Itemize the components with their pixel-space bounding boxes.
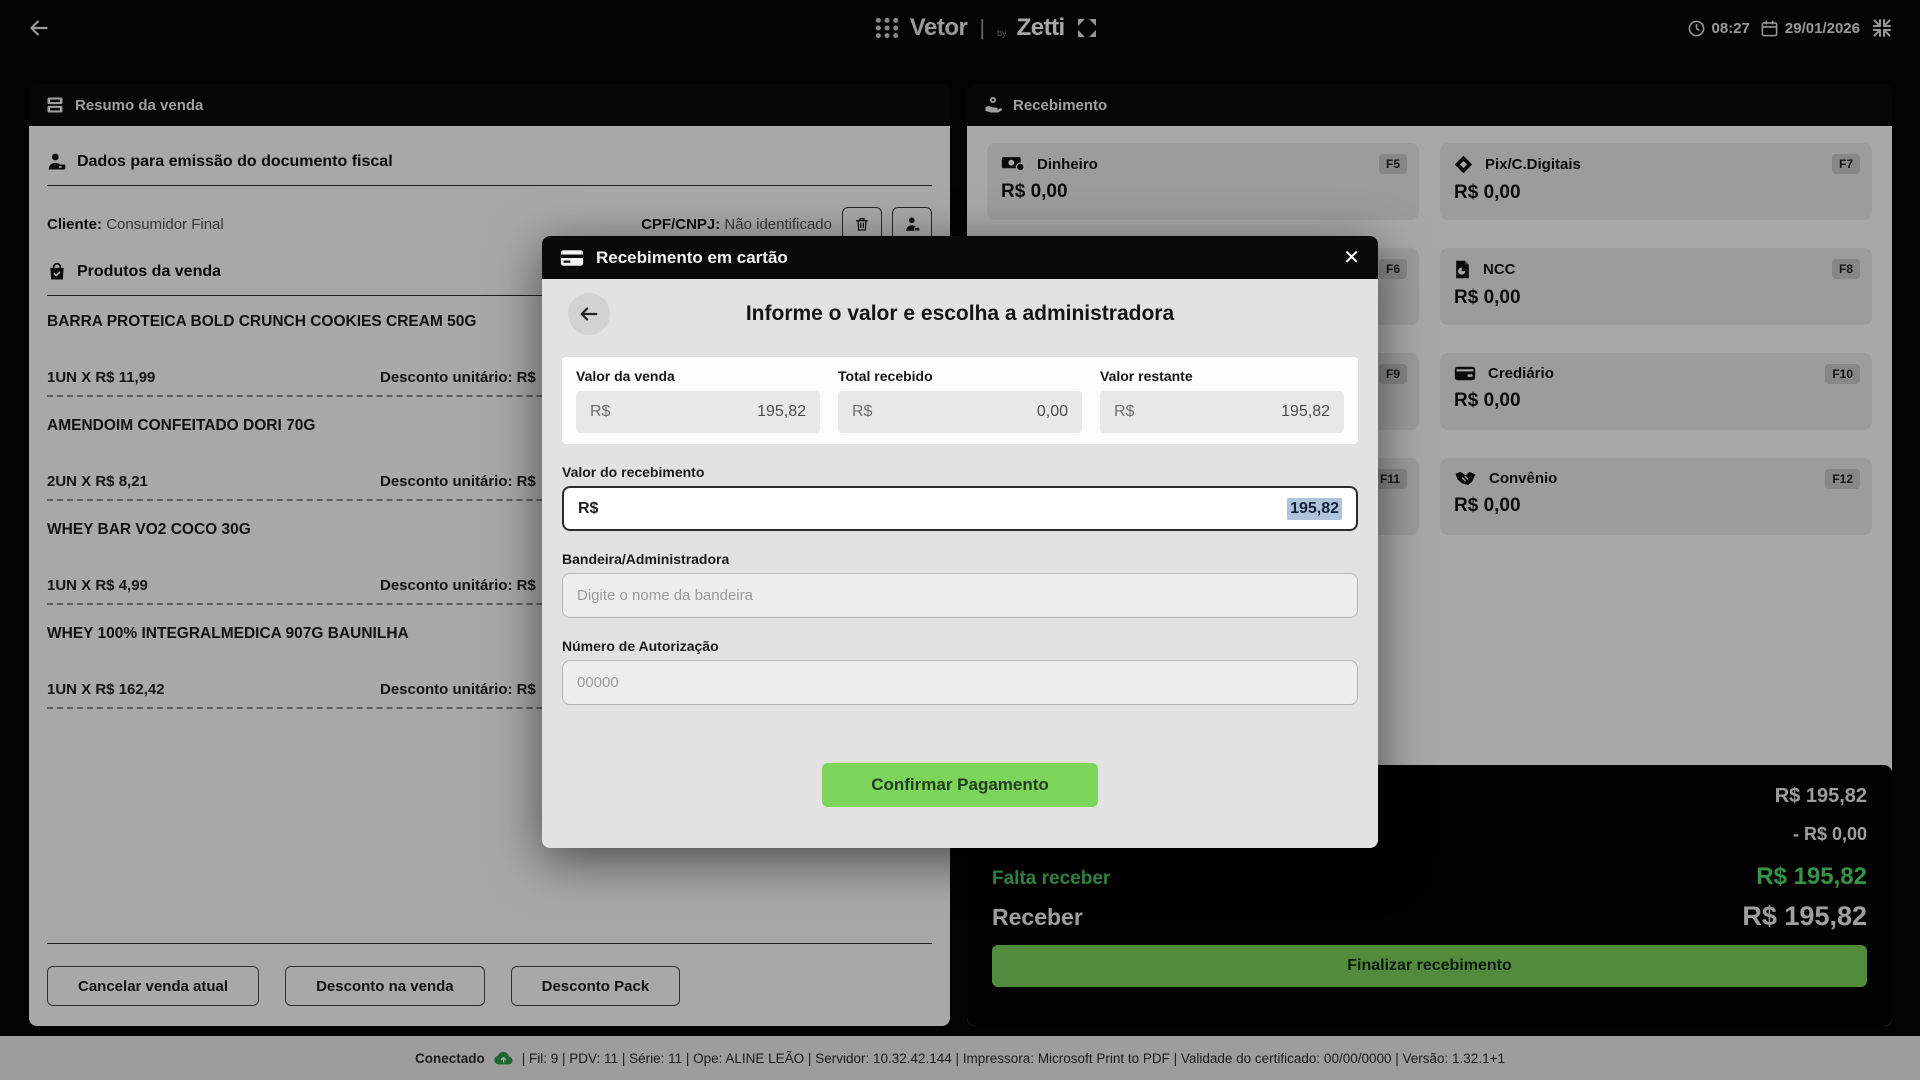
currency-prefix: R$ <box>852 403 873 420</box>
confirm-payment-button[interactable]: Confirmar Pagamento <box>822 763 1098 807</box>
modal-header-title: Recebimento em cartão <box>596 247 788 267</box>
valor-venda-value: 195,82 <box>757 403 806 420</box>
modal-title: Informe o valor e escolha a administrado… <box>745 302 1175 325</box>
arrow-left-icon <box>578 303 600 325</box>
values-summary-card: Valor da venda R$ 195,82 Total recebido … <box>562 357 1358 444</box>
modal-back-button[interactable] <box>568 293 610 335</box>
currency-prefix: R$ <box>1114 403 1135 420</box>
autorizacao-input[interactable] <box>562 660 1358 705</box>
close-icon[interactable]: ✕ <box>1343 248 1360 268</box>
pos-app: Vetor | by Zetti 08:27 29/01/2026 Resumo… <box>0 0 1920 1080</box>
valor-venda-field: R$ 195,82 <box>576 391 820 433</box>
total-recebido-field: R$ 0,00 <box>838 391 1082 433</box>
bandeira-label: Bandeira/Administradora <box>562 551 730 567</box>
card-payment-modal: Recebimento em cartão ✕ Informe o valor … <box>542 236 1378 848</box>
valor-restante-value: 195,82 <box>1281 403 1330 420</box>
total-recebido-value: 0,00 <box>1036 403 1068 420</box>
valor-restante-label: Valor restante <box>1100 368 1193 384</box>
autorizacao-label: Número de Autorização <box>562 638 719 654</box>
recebimento-selected-value: 195,82 <box>1287 497 1342 520</box>
currency-prefix: R$ <box>590 403 611 420</box>
currency-prefix: R$ <box>578 499 599 517</box>
bandeira-input[interactable] <box>562 573 1358 618</box>
credit-card-icon <box>560 249 584 267</box>
valor-restante-field: R$ 195,82 <box>1100 391 1344 433</box>
recebimento-input[interactable]: R$ 195,82 <box>562 486 1358 531</box>
valor-venda-label: Valor da venda <box>576 368 675 384</box>
total-recebido-label: Total recebido <box>838 368 933 384</box>
recebimento-label: Valor do recebimento <box>562 464 705 480</box>
